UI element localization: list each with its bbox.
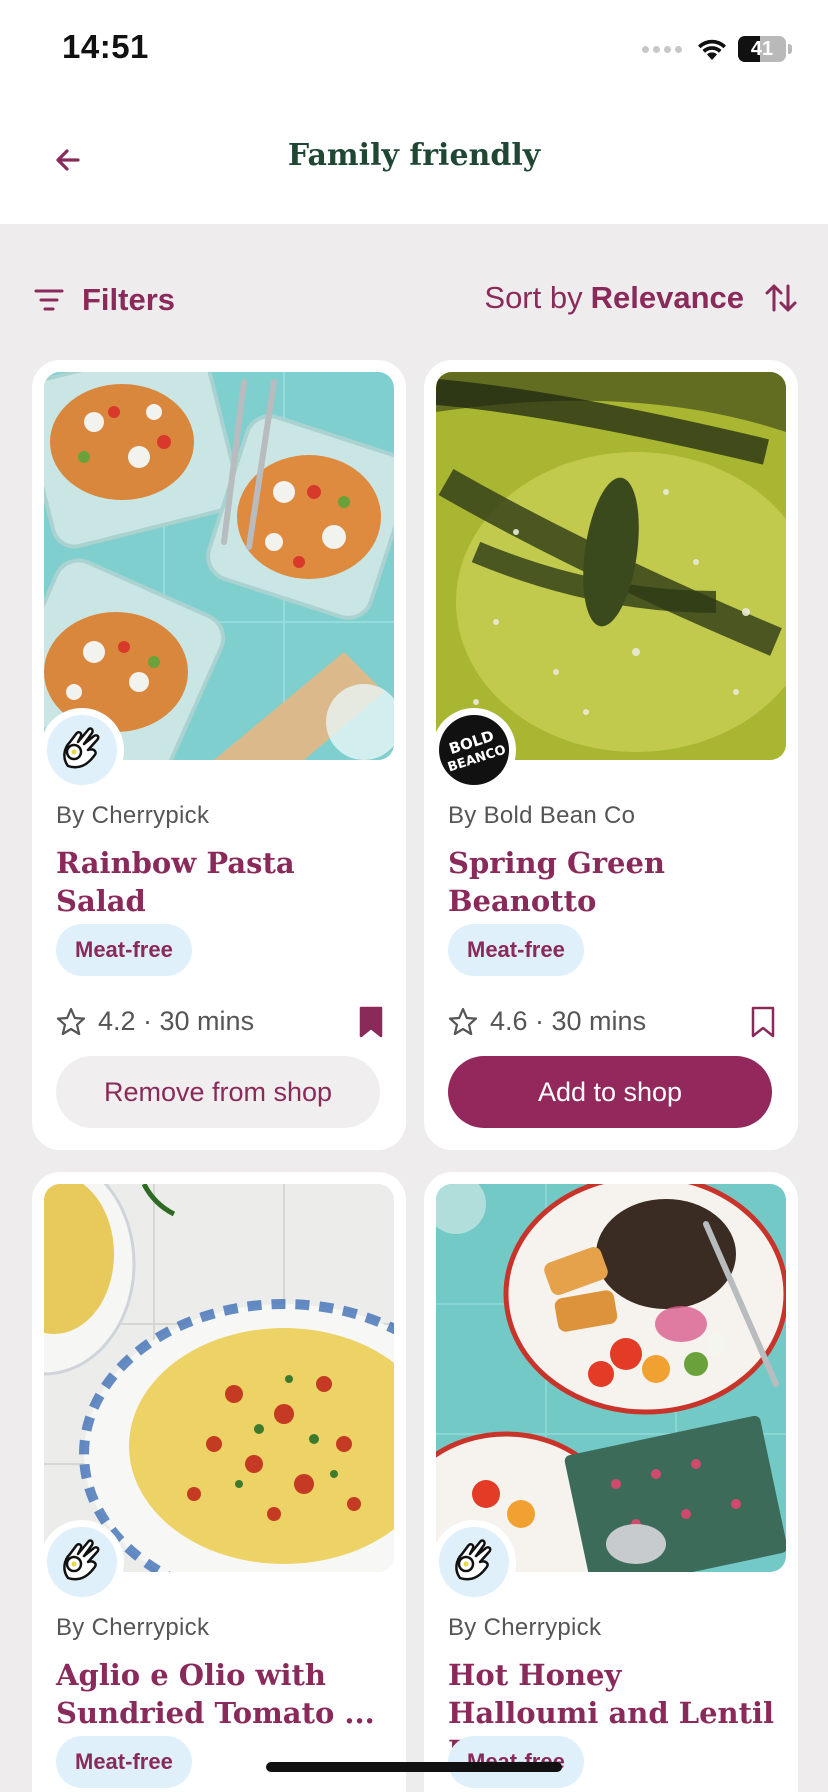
battery-icon: 41 [738,36,786,62]
home-indicator[interactable] [266,1762,562,1772]
wifi-icon [698,39,726,60]
recipe-image [436,372,786,760]
author-avatar: BOLD BEANCO [432,708,516,792]
filters-button[interactable]: Filters [34,282,175,318]
ok-hand-logo-icon [63,727,100,769]
sort-arrows-icon [765,284,797,312]
filter-bar: Filters Sort by Relevance [0,272,828,332]
filter-icon [34,289,64,311]
sort-value: Relevance [590,280,744,315]
recipe-card[interactable]: By Cherrypick Aglio e Olio with Sundried… [32,1172,406,1792]
cellular-signal-icon [642,45,682,53]
recipe-image [436,1184,786,1572]
bookmark-filled-icon[interactable] [358,1006,384,1038]
add-to-shop-button[interactable]: Add to shop [448,1056,772,1128]
recipe-image [44,1184,394,1572]
status-time: 14:51 [62,28,149,65]
rating-duration: 4.2 · 30 mins [98,1006,255,1036]
rating-duration: 4.6 · 30 mins [490,1006,647,1036]
battery-level: 41 [750,37,774,60]
sort-button[interactable]: Sort by Relevance [484,280,798,316]
dietary-tag: Meat-free [448,924,584,976]
remove-from-shop-button[interactable]: Remove from shop [56,1056,380,1128]
sort-prefix: Sort by [484,280,583,315]
recipe-title[interactable]: Rainbow Pasta Salad [56,844,386,920]
header-bar: 14:51 41 Family friendly [0,0,828,224]
recipe-title[interactable]: Spring Green Beanotto [448,844,778,920]
dietary-tag: Meat-free [56,924,192,976]
author-avatar [432,1520,516,1604]
recipe-meta: 4.6 · 30 mins [448,1006,646,1037]
ok-hand-logo-icon [455,1539,492,1581]
dietary-tag: Meat-free [56,1736,192,1788]
star-icon [56,1007,86,1035]
recipe-author: By Cherrypick [56,802,210,829]
recipe-author: By Bold Bean Co [448,802,636,829]
recipe-card[interactable]: BOLD BEANCO By Bold Bean Co Spring Green… [424,360,798,1150]
recipe-meta: 4.2 · 30 mins [56,1006,254,1037]
recipe-title[interactable]: Aglio e Olio with Sundried Tomato ... [56,1656,386,1732]
recipe-image [44,372,394,760]
bold-bean-logo-icon: BOLD BEANCO [446,727,505,776]
star-icon [448,1007,478,1035]
recipe-author: By Cherrypick [448,1614,602,1641]
recipe-author: By Cherrypick [56,1614,210,1641]
recipe-card[interactable]: By Cherrypick Hot Honey Halloumi and Len… [424,1172,798,1792]
page-title: Family friendly [287,138,541,173]
author-avatar [40,1520,124,1604]
bookmark-outline-icon[interactable] [750,1006,776,1038]
status-icons: 41 [642,34,792,64]
filters-label: Filters [82,282,176,317]
ok-hand-logo-icon [63,1539,100,1581]
recipe-card[interactable]: By Cherrypick Rainbow Pasta Salad Meat-f… [32,360,406,1150]
author-avatar [40,708,124,792]
